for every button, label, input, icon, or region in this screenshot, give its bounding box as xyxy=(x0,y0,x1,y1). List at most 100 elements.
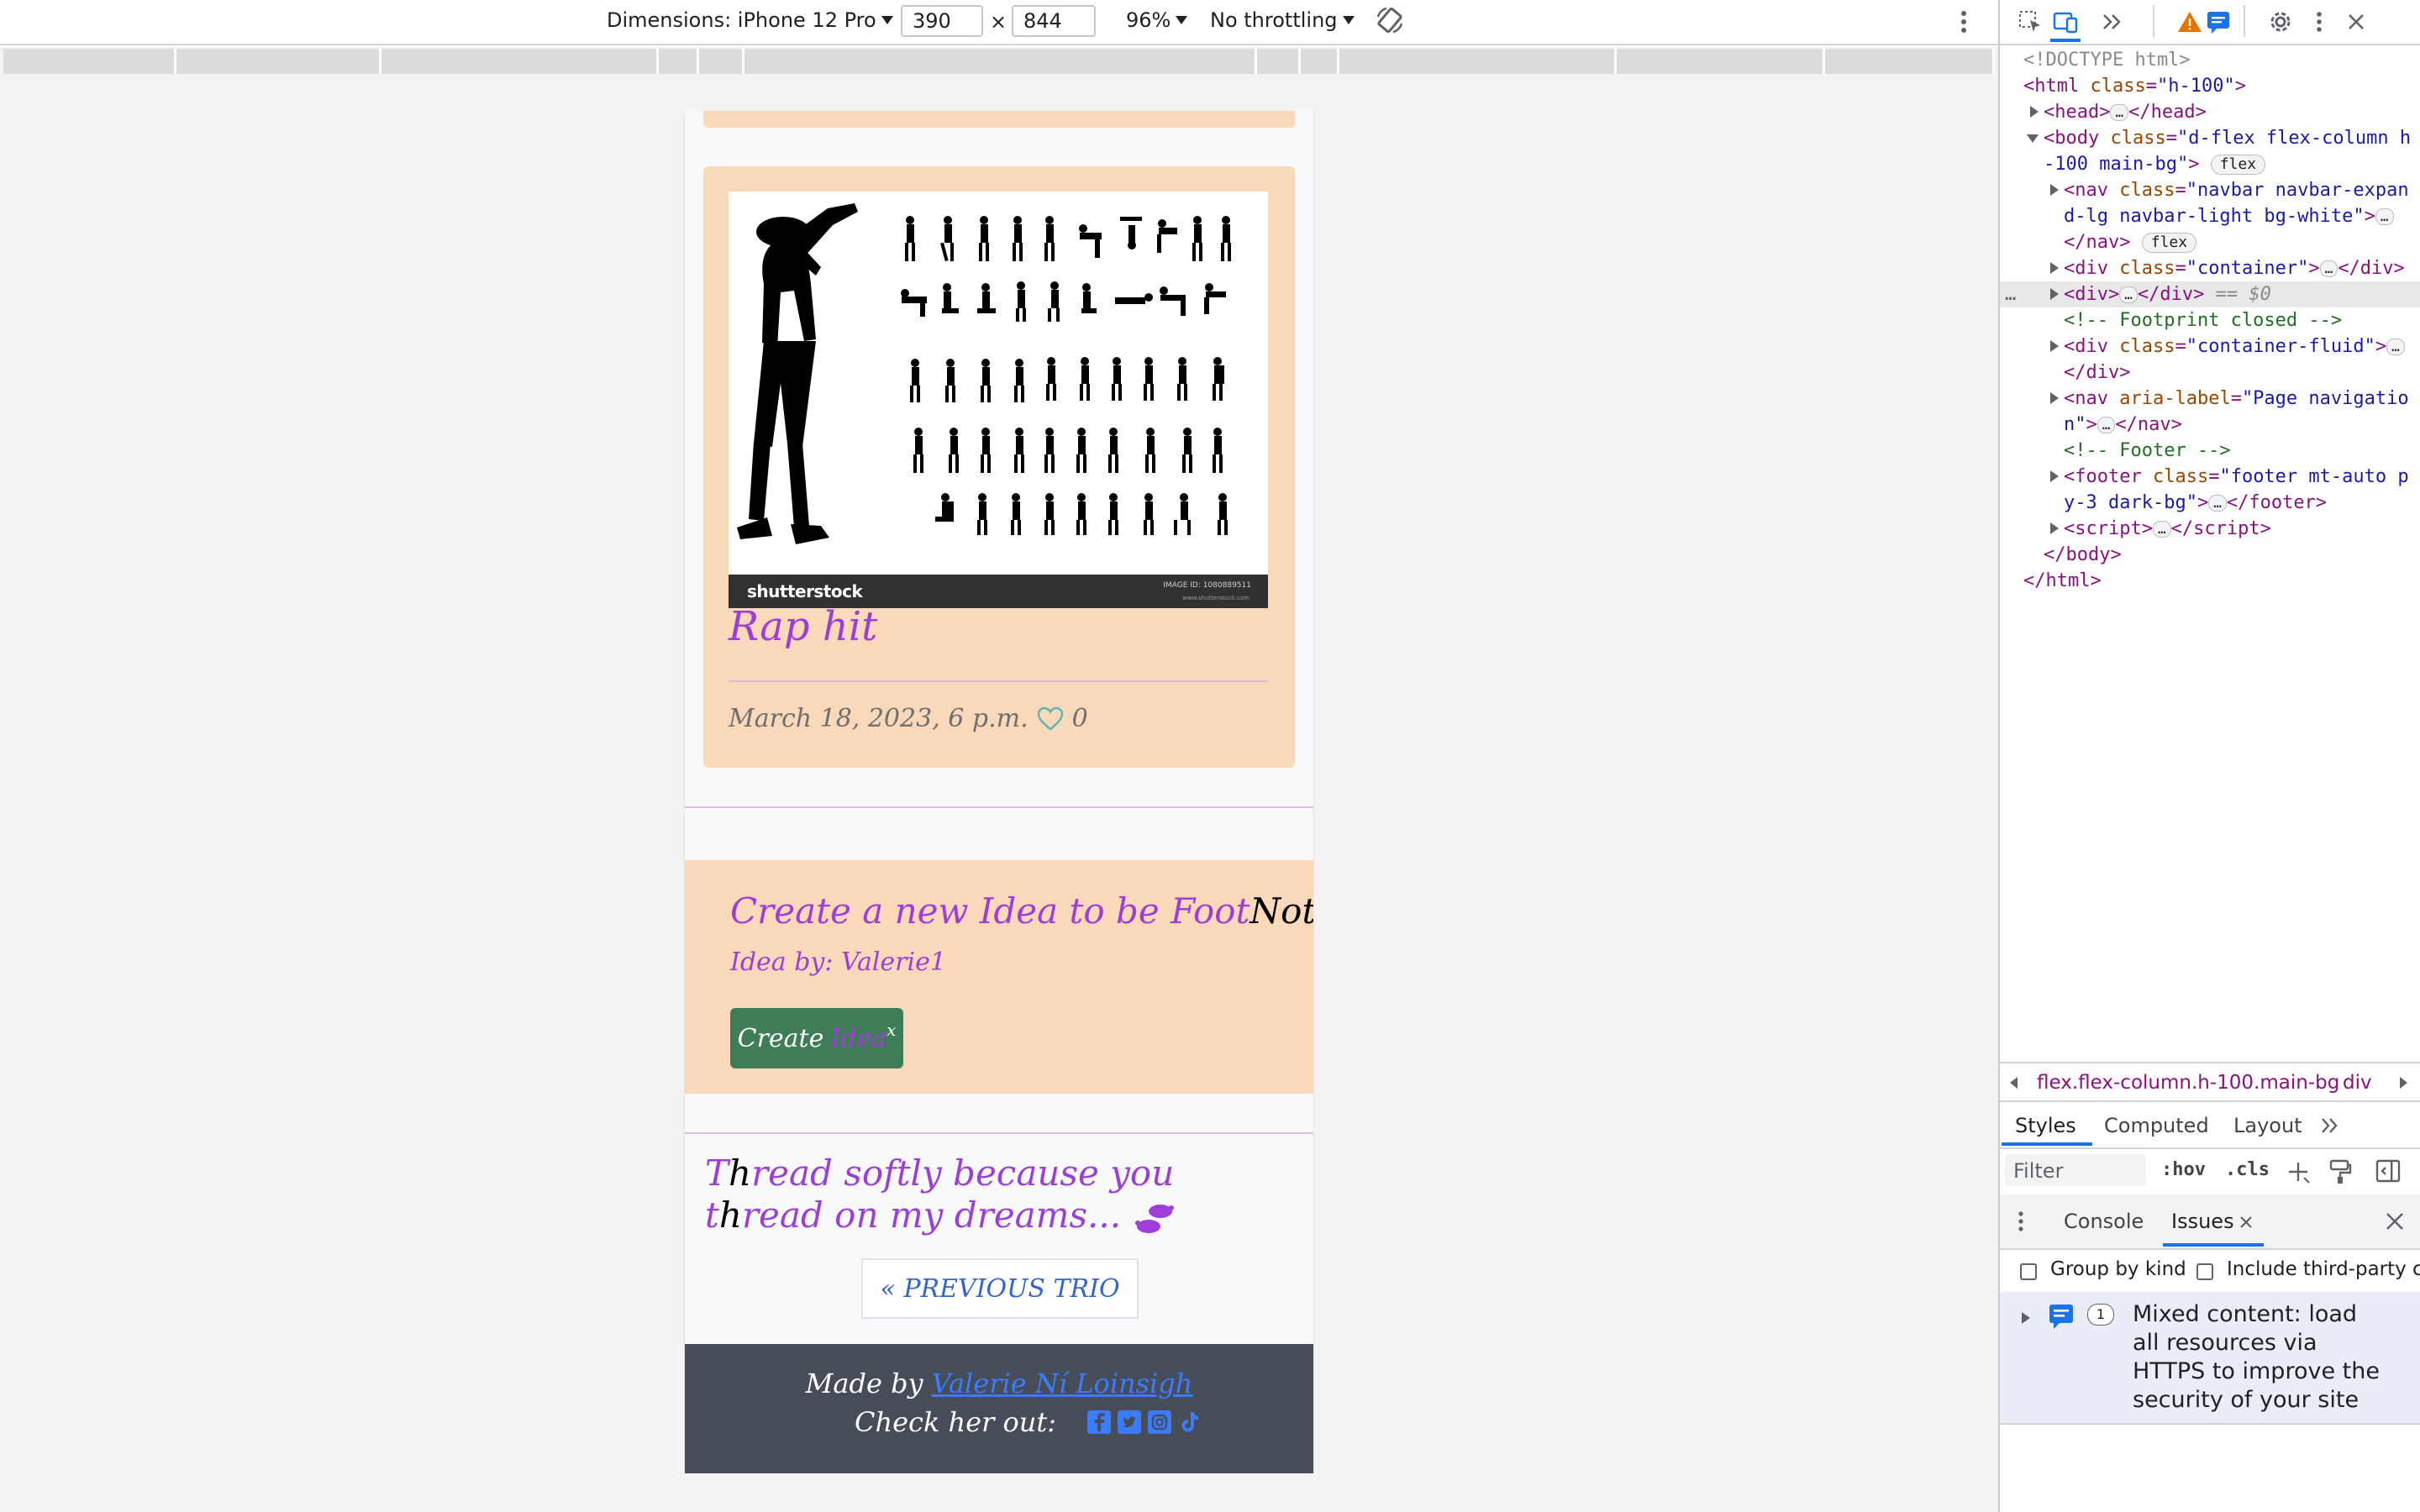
dom-node[interactable]: <div class="container-fluid">… xyxy=(2000,333,2420,360)
idea-image[interactable]: shutterstock IMAGE ID: 1080889511 www.sh… xyxy=(729,192,1268,608)
dom-node[interactable]: <nav aria-label="Page navigatio xyxy=(2000,386,2420,412)
dom-node[interactable]: <!DOCTYPE html> xyxy=(2000,47,2420,73)
idea-title[interactable]: Rap hit xyxy=(729,603,877,650)
height-input[interactable]: 844 xyxy=(1012,5,1096,37)
close-icon[interactable] xyxy=(2343,8,2370,35)
ruler-segment[interactable] xyxy=(744,49,1257,74)
flex-badge[interactable]: flex xyxy=(2141,233,2197,253)
tab-console[interactable]: Console xyxy=(2064,1210,2144,1233)
tab-styles[interactable]: Styles xyxy=(2015,1114,2076,1137)
tab-layout[interactable]: Layout xyxy=(2233,1114,2302,1137)
expand-triangle-icon[interactable] xyxy=(2050,340,2059,352)
expand-triangle-icon[interactable] xyxy=(2050,522,2059,534)
ruler-segment[interactable] xyxy=(381,49,659,74)
filter-input[interactable]: Filter xyxy=(2005,1154,2146,1186)
flex-badge[interactable]: flex xyxy=(2210,155,2266,175)
dom-node[interactable]: <script>… </script> xyxy=(2000,516,2420,542)
warning-icon[interactable] xyxy=(2176,8,2203,35)
kebab-menu-icon[interactable] xyxy=(2306,8,2333,35)
dom-node[interactable]: </body> xyxy=(2000,542,2420,568)
dom-node[interactable]: <footer class="footer mt-auto p xyxy=(2000,464,2420,490)
dom-node-cont[interactable]: -100 main-bg"> flex xyxy=(2000,151,2420,177)
ruler-segment[interactable] xyxy=(1301,49,1339,74)
idea-card[interactable]: shutterstock IMAGE ID: 1080889511 www.sh… xyxy=(703,166,1295,768)
width-input[interactable]: 390 xyxy=(901,5,983,37)
dom-node-cont[interactable]: n">… </nav> xyxy=(2000,412,2420,438)
collapsed-ellipsis[interactable]: … xyxy=(2208,495,2227,512)
expand-triangle-icon[interactable] xyxy=(2050,470,2059,482)
paint-roller-icon[interactable] xyxy=(2328,1158,2353,1184)
node-actions-ellipsis[interactable]: … xyxy=(2005,281,2016,307)
throttling-select[interactable]: No throttling xyxy=(1210,8,1355,32)
media-query-ruler[interactable] xyxy=(0,47,1998,76)
ruler-segment[interactable] xyxy=(1339,49,1617,74)
dom-node-cont[interactable]: </div> xyxy=(2000,360,2420,386)
collapsed-ellipsis[interactable]: … xyxy=(2096,417,2116,433)
add-rule-icon[interactable] xyxy=(2286,1159,2311,1184)
dom-node-cont[interactable]: y-3 dark-bg">… </footer> xyxy=(2000,490,2420,516)
collapsed-ellipsis[interactable]: … xyxy=(2386,339,2405,355)
expand-triangle-icon[interactable] xyxy=(2050,288,2059,300)
close-drawer-icon[interactable] xyxy=(2385,1211,2405,1231)
group-by-kind-checkbox[interactable] xyxy=(2020,1260,2037,1282)
device-select[interactable]: Dimensions: iPhone 12 Pro xyxy=(607,8,893,32)
ruler-segment[interactable] xyxy=(176,49,381,74)
inspect-element-icon[interactable] xyxy=(2017,8,2044,35)
issues-message-icon[interactable] xyxy=(2205,8,2232,35)
collapsed-ellipsis[interactable]: … xyxy=(2119,286,2138,303)
dom-node[interactable]: <html class="h-100"> xyxy=(2000,73,2420,99)
expand-triangle-icon[interactable] xyxy=(2050,262,2059,274)
dom-node[interactable]: </html> xyxy=(2000,568,2420,594)
expand-triangle-icon[interactable] xyxy=(2050,392,2059,404)
dom-node[interactable]: <!-- Footer --> xyxy=(2000,438,2420,464)
create-idea-button[interactable]: Create Idea x xyxy=(730,1008,903,1068)
ruler-segment[interactable] xyxy=(1825,49,1995,74)
settings-gear-icon[interactable] xyxy=(2267,8,2294,35)
collapsed-ellipsis[interactable]: … xyxy=(2319,260,2338,277)
class-toggle[interactable]: .cls xyxy=(2225,1159,2270,1180)
issue-row[interactable]: 1 Mixed content: load all resources via … xyxy=(2000,1292,2420,1425)
collapsed-ellipsis[interactable]: … xyxy=(2110,104,2129,121)
dom-node[interactable]: <body class="d-flex flex-column h xyxy=(2000,125,2420,151)
twitter-icon[interactable] xyxy=(1117,1410,1142,1435)
expand-triangle-icon[interactable] xyxy=(2030,106,2039,118)
device-toggle-icon[interactable] xyxy=(2052,8,2079,35)
toggle-sidebar-icon[interactable] xyxy=(2375,1158,2402,1184)
more-tabs-icon[interactable] xyxy=(2319,1116,2341,1136)
more-options-button[interactable] xyxy=(1958,8,1970,35)
collapsed-ellipsis[interactable]: … xyxy=(2152,521,2171,538)
tab-issues[interactable]: Issues xyxy=(2171,1210,2234,1233)
close-tab-icon[interactable] xyxy=(2238,1215,2254,1230)
dom-node[interactable]: <head>… </head> xyxy=(2000,99,2420,125)
heart-icon[interactable] xyxy=(1037,706,1064,732)
rotate-button[interactable] xyxy=(1375,5,1405,35)
drawer-menu-icon[interactable] xyxy=(2017,1210,2025,1233)
hover-state-toggle[interactable]: :hov xyxy=(2161,1159,2206,1180)
dom-node-cont[interactable]: d-lg navbar-light bg-white">… xyxy=(2000,203,2420,229)
more-tabs-icon[interactable] xyxy=(2099,8,2126,35)
scroll-left-icon[interactable] xyxy=(2010,1077,2018,1089)
instagram-icon[interactable] xyxy=(1147,1410,1172,1435)
dom-node-cont[interactable]: </nav> flex xyxy=(2000,229,2420,255)
scroll-right-icon[interactable] xyxy=(2400,1077,2407,1089)
ruler-segment[interactable] xyxy=(3,49,176,74)
tab-computed[interactable]: Computed xyxy=(2104,1114,2209,1137)
ruler-segment[interactable] xyxy=(1617,49,1825,74)
collapse-triangle-icon[interactable] xyxy=(2027,134,2039,143)
ruler-segment[interactable] xyxy=(659,49,699,74)
facebook-icon[interactable] xyxy=(1086,1410,1112,1435)
collapsed-ellipsis[interactable]: … xyxy=(2375,208,2394,225)
expand-triangle-icon[interactable] xyxy=(2050,184,2059,196)
breadcrumb-item[interactable]: flex.flex-column.h-100.main-bg xyxy=(2037,1072,2339,1094)
breadcrumb-item-current[interactable]: div xyxy=(2343,1072,2372,1094)
ruler-segment[interactable] xyxy=(699,49,744,74)
ruler-segment[interactable] xyxy=(1257,49,1301,74)
dom-node[interactable]: <!-- Footprint closed --> xyxy=(2000,307,2420,333)
previous-page-button[interactable]: « PREVIOUS TRIO xyxy=(861,1258,1139,1319)
tiktok-icon[interactable] xyxy=(1177,1410,1202,1435)
dom-node-selected[interactable]: … <div>… </div> == $0 xyxy=(2000,281,2420,307)
zoom-select[interactable]: 96% xyxy=(1126,8,1188,32)
include-third-party-checkbox[interactable] xyxy=(2196,1260,2213,1282)
dom-node[interactable]: <div class="container">… </div> xyxy=(2000,255,2420,281)
author-link[interactable]: Valerie Ní Loinsigh xyxy=(932,1368,1193,1399)
